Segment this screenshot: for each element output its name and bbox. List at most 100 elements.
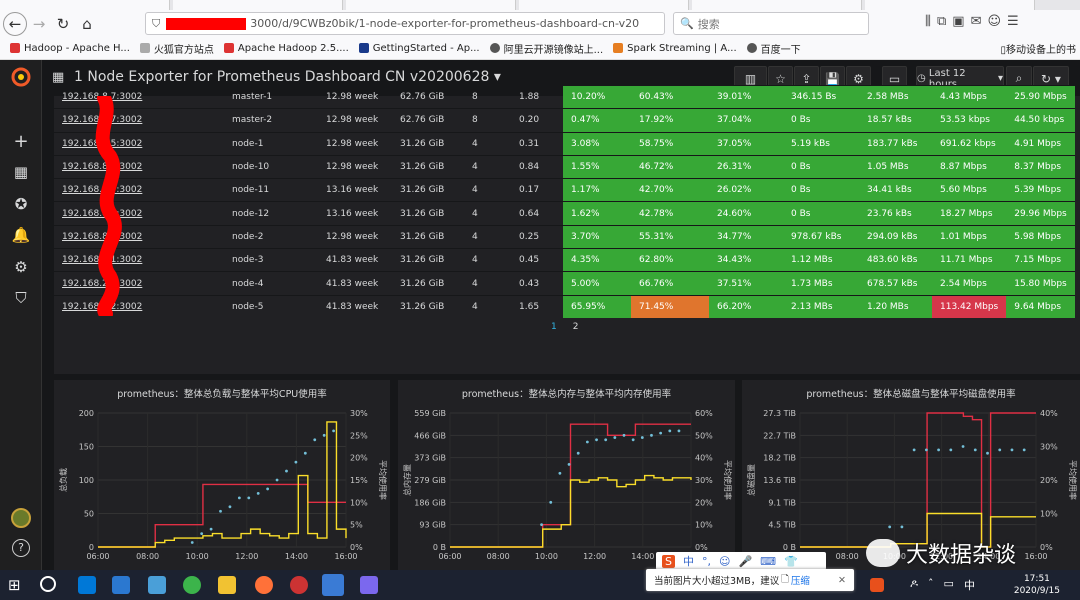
back-icon[interactable]: ← [3,11,27,36]
browser-tab[interactable] [692,0,862,10]
skin-icon[interactable]: 👕 [784,555,798,568]
tray-icons[interactable]: ዶ ˆ ▭ 中 [910,577,975,593]
bookmark-item[interactable]: 百度一下 [746,41,801,56]
dashboards-icon[interactable]: ▦ [10,161,32,183]
y-axis-label: 总内存量 [402,464,412,496]
instance-link[interactable]: 192.168.8.7:3002 [54,84,224,109]
library-icon[interactable]: ⫼ [925,14,931,29]
ime-toolbar[interactable]: S 中 °, ☺ 🎤 ⌨ 👕 [656,552,826,570]
grafana-logo-icon[interactable] [10,66,32,88]
explore-icon[interactable]: ✪ [10,193,32,215]
bookmark-item[interactable]: Apache Hadoop 2.5.... [223,43,349,54]
bookmark-item[interactable]: Hadoop - Apache H... [10,43,130,54]
chat-icon[interactable]: ✉ [971,14,982,29]
punctuation-icon[interactable]: °, [702,555,711,568]
browser-tab[interactable] [173,0,343,10]
table-cell: 10.20% [563,84,631,109]
ime-mode-icon[interactable]: 中 [683,553,694,569]
search-icon[interactable] [40,576,56,592]
instance-link[interactable]: 192.168.8.8:3002 [54,201,224,226]
instance-link[interactable]: 192.168.2.3:3002 [54,271,224,296]
sidebar-icon[interactable]: ▣ [952,14,964,29]
bookmark-item[interactable]: 火狐官方站点 [139,41,214,56]
table-cell: 17.92% [631,108,709,133]
store-icon[interactable] [112,576,130,594]
y-tick-label: 13.6 TiB [763,476,796,485]
plus-icon[interactable]: + [10,130,32,152]
page-link[interactable]: 2 [573,322,579,332]
search-input[interactable]: 🔍 搜索 [673,12,869,35]
table-cell: 183.77 kBs [859,131,932,156]
bookmark-item[interactable]: 阿里云开源镜像站上... [489,41,603,56]
data-point [567,462,571,466]
search-placeholder: 搜索 [697,17,720,31]
instance-link[interactable]: 192.168.8.7:3002 [54,178,224,202]
data-point [924,448,928,452]
screenshot-icon[interactable]: ⧉ [937,14,946,29]
instance-link[interactable]: 192.168.8.6:3002 [54,224,224,249]
people-icon[interactable]: ዶ [910,577,918,593]
avatar[interactable] [10,507,32,529]
app-icon[interactable] [290,576,308,594]
y-tick-label: 27.3 TiB [763,409,796,418]
table-cell: 5.19 kBs [783,131,859,156]
mic-icon[interactable]: 🎤 [738,555,752,568]
app-icon[interactable] [360,576,378,594]
data-point [937,448,940,452]
y-tick-label: 466 GiB [414,431,446,440]
bookmark-item[interactable]: GettingStarted - Ap... [358,43,480,54]
table-cell: 3.70% [563,224,631,249]
browser-tab[interactable] [865,0,1035,10]
data-point [668,429,672,433]
table-cell: 34.43% [709,248,783,272]
sogou-tray-icon[interactable] [870,578,884,592]
ime-icon[interactable]: 中 [964,577,975,593]
more-icon[interactable]: ☰ [1007,14,1019,29]
app-icon[interactable] [183,576,201,594]
shield-icon[interactable]: ⛉ [10,287,32,309]
url-bar[interactable]: ⛉ 3000/d/9CWBz0bik/1-node-exporter-for-p… [145,12,665,35]
table-cell: node-2 [224,224,318,249]
dashboard-title[interactable]: 1 Node Exporter for Prometheus Dashboard… [74,69,501,85]
browser-tab[interactable] [0,0,170,10]
chevron-up-icon[interactable]: ˆ [928,577,934,593]
y2-axis-label: 平均使用率 [1068,460,1078,500]
home-icon[interactable]: ⌂ [75,12,99,36]
reload-icon[interactable]: ↻ [51,12,75,36]
app-icon[interactable] [322,574,344,596]
firefox-icon[interactable] [255,576,273,594]
instance-link[interactable]: 192.168.8.6:3002 [54,154,224,179]
browser-tab[interactable] [346,0,516,10]
network-icon[interactable]: ▭ [944,577,954,593]
memory-chart-panel: prometheus：整体总内存与整体平均内存使用率 0 B 93 GiB 186 … [398,380,735,570]
mobile-bookmarks[interactable]: ▯移动设备上的书 [1000,41,1076,56]
edge-icon[interactable] [78,576,96,594]
instance-link[interactable]: 192.168.8.5:3002 [54,131,224,156]
keyboard-icon[interactable]: ⌨ [760,555,776,568]
close-icon[interactable]: ✕ [838,575,846,586]
gear-icon[interactable]: ⚙ [10,256,32,278]
table-row: 192.168.8.7:3002 master-2 12.98 week 62.76 … [54,108,1075,133]
data-point [256,492,260,495]
apps-icon[interactable]: ▦ [52,70,64,85]
table-cell: 483.60 kBs [859,248,932,272]
forward-icon[interactable]: → [27,12,51,36]
page-link[interactable]: 1 [551,322,557,332]
instance-link[interactable]: 192.168.8.7:3002 [54,108,224,133]
bookmark-item[interactable]: Spark Streaming | A... [613,43,737,54]
mail-icon[interactable] [148,576,166,594]
table-cell: 41.83 week [318,271,392,296]
browser-tab[interactable] [519,0,689,10]
clock[interactable]: 17:51 2020/9/15 [1014,573,1060,597]
x-tick-label: 08:00 [836,552,859,561]
sync-icon[interactable]: ☺ [987,14,1001,29]
emoji-icon[interactable]: ☺ [719,555,730,568]
instance-link[interactable]: 192.168.8.2:3002 [54,294,224,319]
bell-icon[interactable]: 🔔 [10,224,32,246]
compress-link[interactable]: 压缩 [791,573,810,587]
help-icon[interactable]: ? [10,537,32,559]
instance-link[interactable]: 192.168.2.1:3002 [54,248,224,272]
redaction-scribble [95,96,122,316]
folder-icon[interactable] [218,576,236,594]
windows-start-icon[interactable]: ⊞ [8,576,26,594]
